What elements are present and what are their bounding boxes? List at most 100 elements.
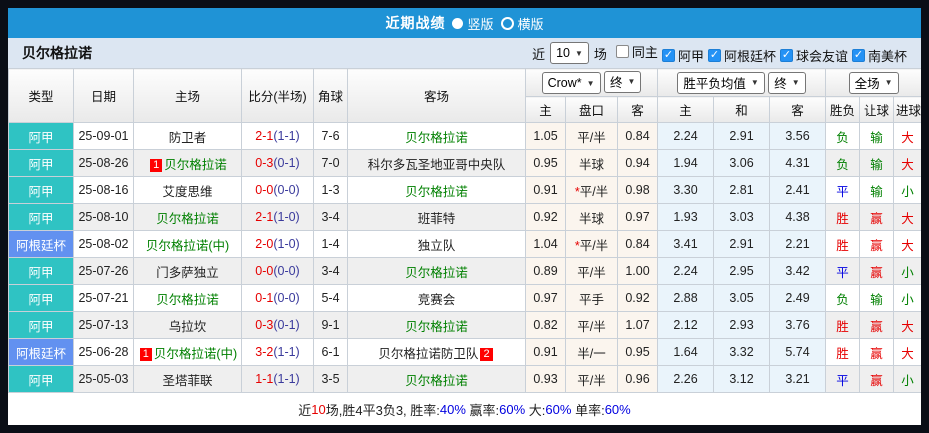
match-row: 阿甲 25-07-13 乌拉坎 0-3(0-1) 9-1 贝尔格拉诺 0.82 平/半 1.07…	[8, 311, 921, 339]
odds-group-header: Crow* ▼ 终 ▼	[524, 68, 659, 97]
filter-checkbox-阿根廷杯[interactable]: ✓ 阿根廷杯	[707, 46, 776, 65]
summary-text-part: 单率:	[571, 402, 605, 418]
away-team-name: 贝尔格拉诺	[405, 265, 468, 280]
odds-home-cell: 1.05	[525, 122, 566, 150]
fulltime-score: 2-1	[255, 210, 274, 224]
league-cell: 阿根廷杯	[8, 230, 74, 258]
layout-radio-vertical[interactable]: 竖版	[452, 14, 494, 33]
filter-checkbox-阿甲[interactable]: ✓ 阿甲	[661, 46, 704, 65]
odds-away-cell: 0.94	[616, 149, 659, 177]
result-wdl-cell: 胜	[825, 338, 861, 366]
results-table: 类型 日期 主场 比分(半场) 角球 客场 Crow* ▼ 终 ▼ 胜平负均值 ▼ 终…	[8, 68, 921, 393]
match-row: 阿甲 25-07-21 贝尔格拉诺 0-1(0-0) 5-4 竞赛会 0.97 平手 0.92 2…	[8, 284, 921, 312]
odds-home-cell: 0.93	[525, 365, 566, 393]
checkbox-checked-icon[interactable]: ✓	[661, 48, 675, 62]
filter-checkbox-label: 阿根廷杯	[723, 48, 776, 64]
col-result-goals: 进球数	[893, 96, 921, 123]
mean-draw-cell: 2.95	[713, 257, 771, 285]
away-team-cell: 贝尔格拉诺	[347, 365, 526, 393]
match-count-select[interactable]: 10 ▼	[550, 42, 589, 64]
col-home: 主场	[133, 68, 242, 123]
halftime-score: (1-0)	[273, 237, 300, 251]
summary-text-part: 40%	[439, 401, 466, 417]
result-handicap-cell: 赢	[859, 338, 895, 366]
handicap-cell: 平手	[565, 284, 618, 312]
title-bar: 近期战绩 竖版 横版	[8, 8, 921, 38]
away-team-name: 贝尔格拉诺	[405, 319, 468, 334]
away-team-name: 贝尔格拉诺	[405, 130, 468, 145]
handicap-cell: 平/半	[565, 365, 618, 393]
col-date: 日期	[73, 68, 134, 123]
away-team-name: 贝尔格拉诺	[405, 184, 468, 199]
date-cell: 25-06-28	[73, 338, 134, 366]
score-cell: 3-2(1-1)	[241, 338, 314, 366]
bookmaker-select[interactable]: Crow* ▼	[541, 72, 601, 95]
home-team-cell: 贝尔格拉诺(中)	[133, 230, 242, 258]
live-odds-star-icon: *	[574, 184, 580, 199]
mean-select[interactable]: 胜平负均值 ▼	[677, 71, 765, 94]
mean-draw-cell: 3.03	[713, 203, 771, 231]
result-goals-cell: 小	[893, 365, 921, 393]
col-odds-handicap: 盘口	[565, 96, 618, 123]
filter-checkbox-同主[interactable]: 同主	[615, 42, 658, 61]
mean-away-cell: 2.41	[769, 176, 827, 204]
filter-checkbox-label: 同主	[631, 44, 658, 60]
corner-cell: 7-0	[313, 149, 348, 177]
handicap-cell: 半球	[565, 149, 618, 177]
league-cell: 阿甲	[8, 176, 74, 204]
halftime-score: (1-1)	[273, 372, 300, 386]
result-handicap-cell: 赢	[859, 230, 895, 258]
checkbox-checked-icon[interactable]: ✓	[851, 48, 865, 62]
league-cell: 阿根廷杯	[8, 338, 74, 366]
date-cell: 25-09-01	[73, 122, 134, 150]
col-type: 类型	[8, 68, 74, 123]
score-cell: 2-1(1-0)	[241, 203, 314, 231]
filter-checkbox-球会友谊[interactable]: ✓ 球会友谊	[779, 46, 848, 65]
result-handicap-cell: 输	[859, 149, 895, 177]
league-cell: 阿甲	[8, 149, 74, 177]
score-cell: 0-1(0-0)	[241, 284, 314, 312]
away-team-name: 科尔多瓦圣地亚哥中央队	[367, 157, 506, 172]
corner-cell: 3-5	[313, 365, 348, 393]
odds-home-cell: 0.91	[525, 176, 566, 204]
away-team-cell: 竞赛会	[347, 284, 526, 312]
mean-final-select[interactable]: 终 ▼	[768, 71, 806, 94]
mean-home-cell: 2.24	[657, 122, 715, 150]
score-cell: 2-0(1-0)	[241, 230, 314, 258]
chevron-down-icon: ▼	[750, 78, 759, 87]
corner-cell: 3-4	[313, 203, 348, 231]
date-cell: 25-07-13	[73, 311, 134, 339]
result-goals-cell: 大	[893, 311, 921, 339]
odds-away-cell: 1.07	[616, 311, 659, 339]
summary-bar: 近 10 场,胜4平3负3, 胜率: 40% 赢率: 60% 大: 60% 单率: 60%	[8, 393, 921, 425]
fulltime-score: 0-3	[255, 318, 274, 332]
date-cell: 25-07-21	[73, 284, 134, 312]
away-team-cell: 科尔多瓦圣地亚哥中央队	[347, 149, 526, 177]
result-handicap-cell: 输	[859, 176, 895, 204]
filter-checkbox-label: 球会友谊	[795, 48, 848, 64]
result-wdl-cell: 负	[825, 284, 861, 312]
date-cell: 25-05-03	[73, 365, 134, 393]
col-result-handicap: 让球	[859, 96, 895, 123]
corner-cell: 7-6	[313, 122, 348, 150]
league-cell: 阿甲	[8, 203, 74, 231]
league-cell: 阿甲	[8, 122, 74, 150]
odds-final-select[interactable]: 终 ▼	[604, 70, 642, 93]
handicap-cell: 半球	[565, 203, 618, 231]
checkbox-checked-icon[interactable]: ✓	[779, 48, 793, 62]
home-team-name: 圣塔菲联	[162, 373, 213, 388]
date-cell: 25-07-26	[73, 257, 134, 285]
summary-text-part: 近	[298, 402, 312, 418]
corner-cell: 1-4	[313, 230, 348, 258]
odds-home-cell: 0.89	[525, 257, 566, 285]
mean-draw-cell: 2.93	[713, 311, 771, 339]
checkbox-checked-icon[interactable]: ✓	[707, 48, 721, 62]
away-team-name: 竞赛会	[417, 292, 456, 307]
layout-radio-horizontal[interactable]: 横版	[500, 14, 544, 33]
filter-checkbox-南美杯[interactable]: ✓ 南美杯	[851, 46, 907, 65]
scope-select[interactable]: 全场 ▼	[848, 71, 899, 94]
home-team-cell: 艾度思维	[133, 176, 242, 204]
scope-select-value: 全场	[854, 77, 880, 91]
checkbox-unchecked-icon[interactable]	[615, 44, 629, 58]
mean-away-cell: 4.31	[769, 149, 827, 177]
